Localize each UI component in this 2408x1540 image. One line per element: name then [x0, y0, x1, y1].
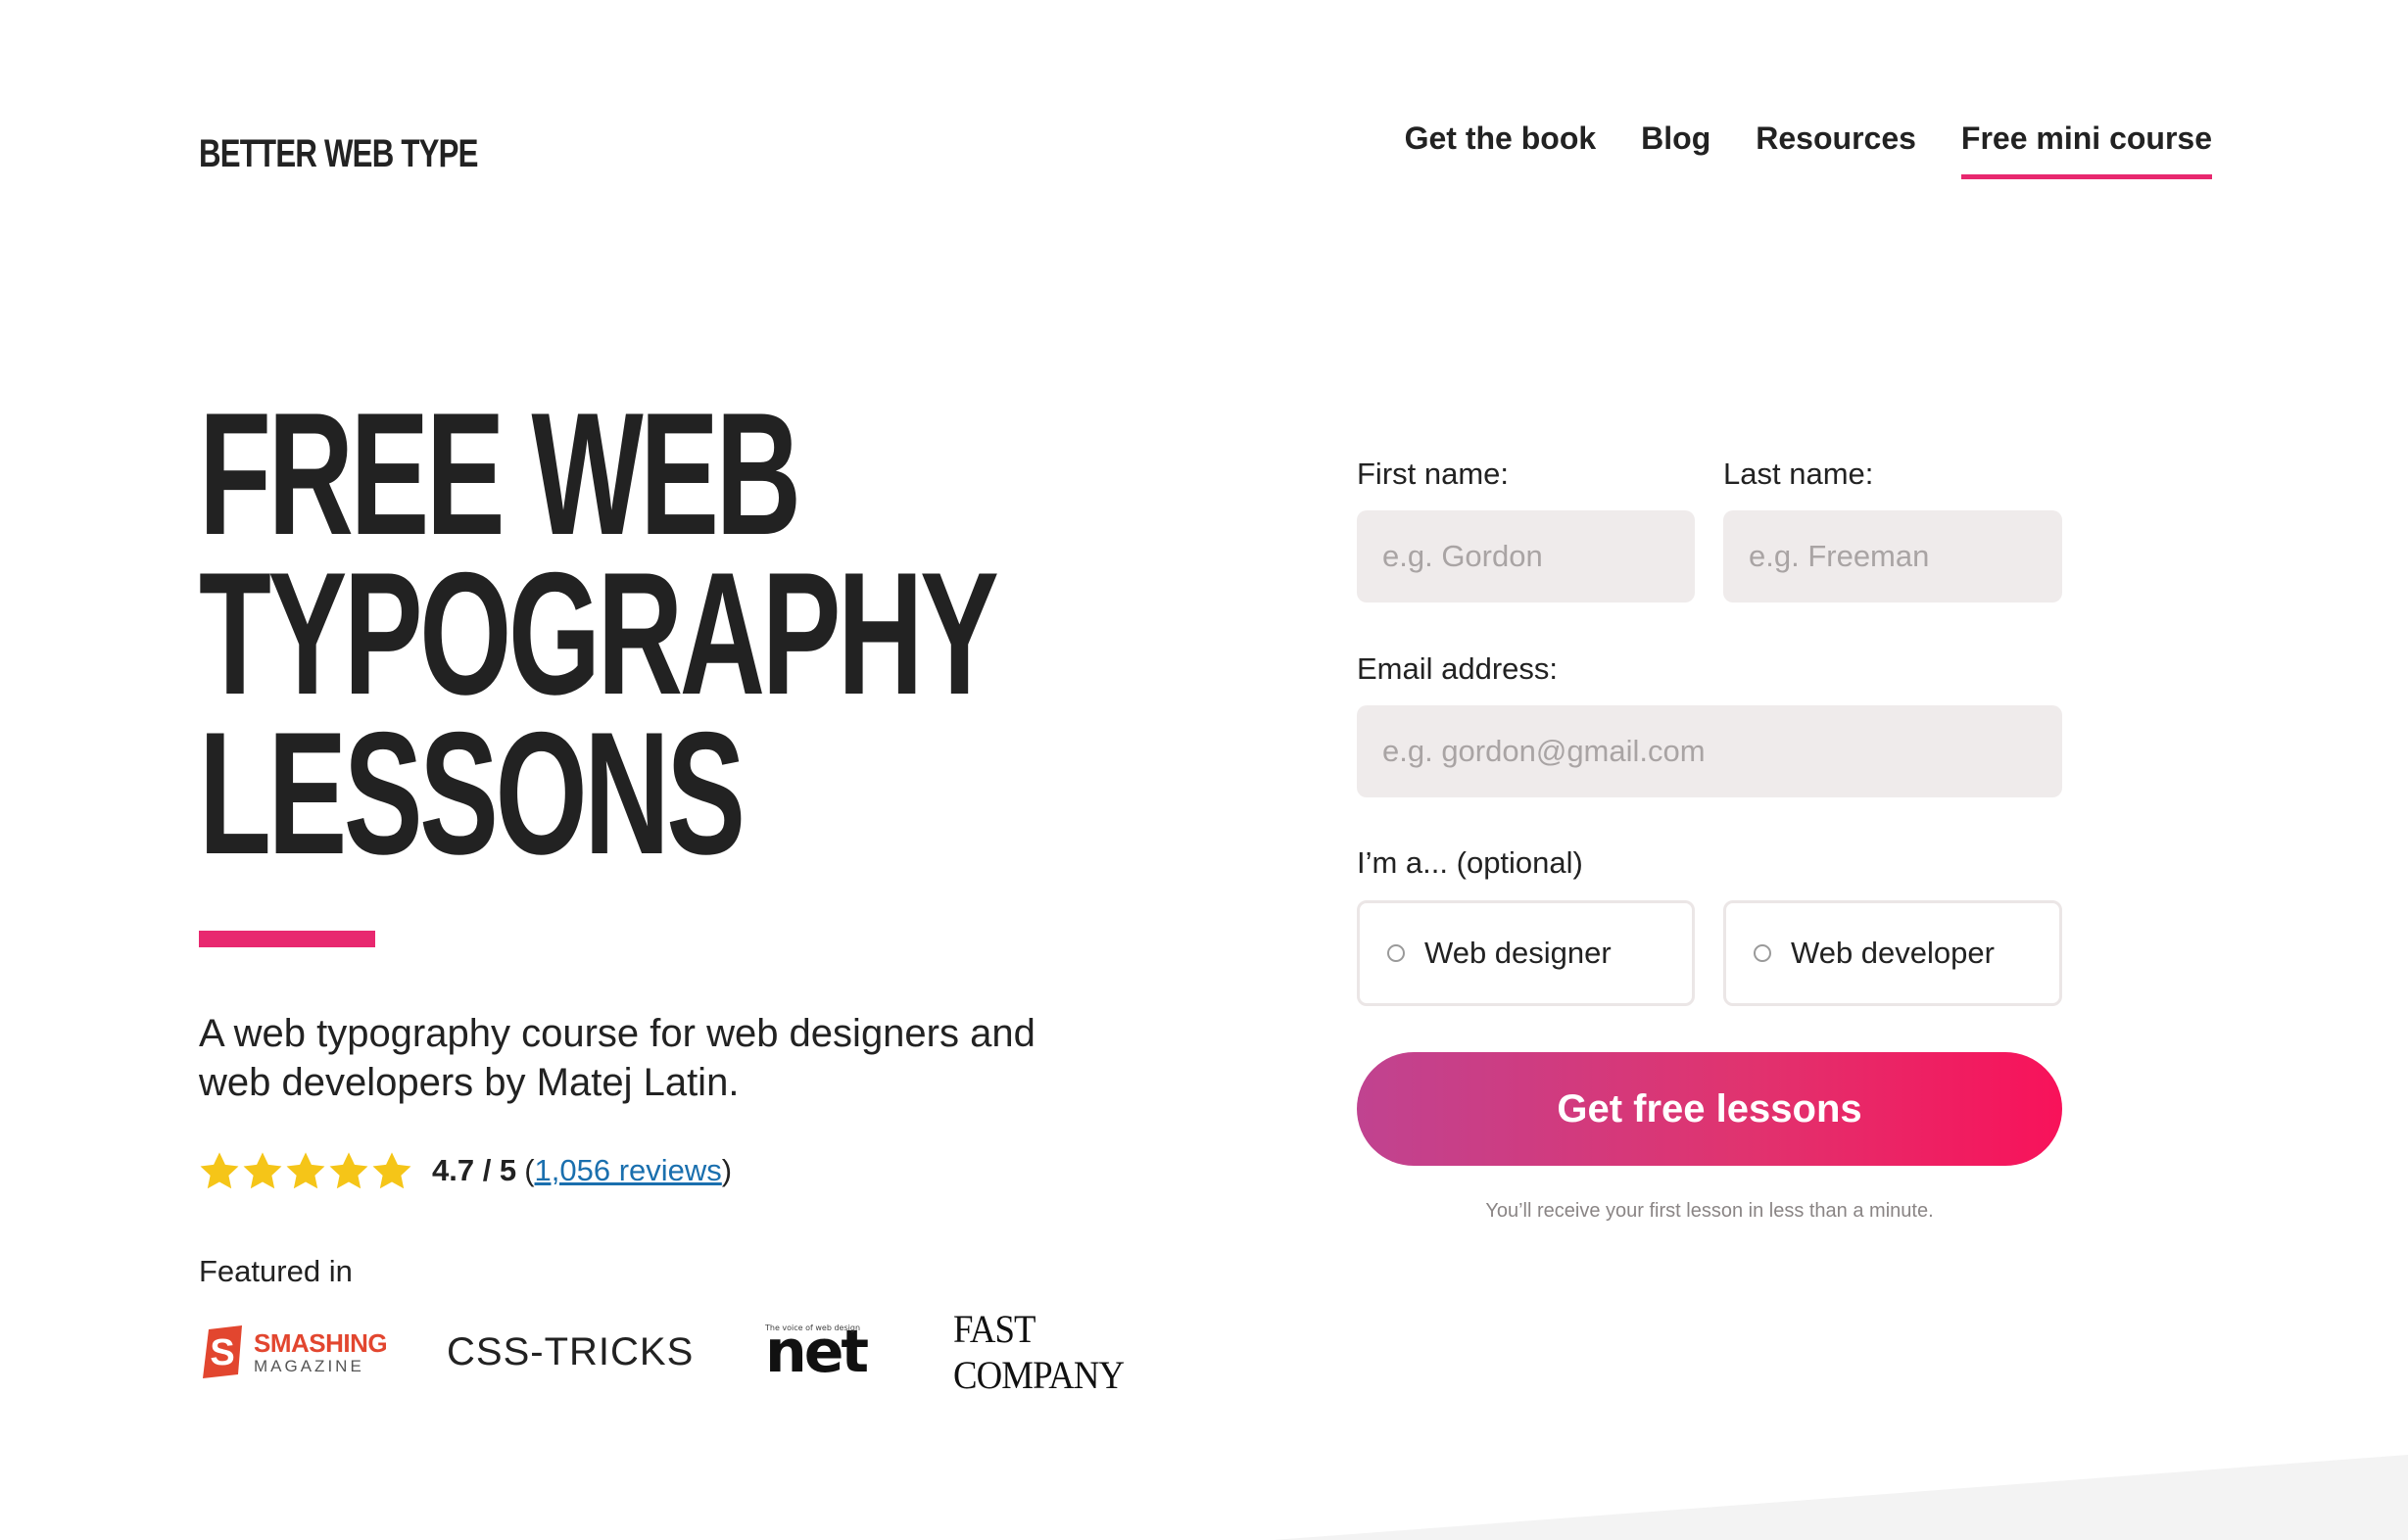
smashing-magazine-logo: S SMASHING MAGAZINE	[199, 1313, 388, 1391]
email-input[interactable]	[1357, 705, 2062, 797]
last-name-label: Last name:	[1723, 457, 1874, 491]
nav-blog[interactable]: Blog	[1641, 116, 1710, 179]
star-icon	[200, 1152, 239, 1189]
featured-logos: S SMASHING MAGAZINE CSS-TRICKS The voice…	[199, 1307, 1198, 1397]
role-option-web-designer[interactable]: Web designer	[1357, 900, 1695, 1006]
hero-title-line: LESSONS	[199, 696, 746, 890]
hero-title: FREE WEB TYPOGRAPHY LESSONS	[199, 376, 999, 890]
fast-company-logo: FAST COMPANY	[953, 1307, 1198, 1397]
rating: 4.7 / 5 ( 1,056 reviews )	[199, 1151, 732, 1190]
rating-open-paren: (	[524, 1153, 535, 1187]
rating-score: 4.7 / 5	[432, 1153, 517, 1187]
hero-title-line: FREE WEB	[199, 376, 801, 571]
role-option-label: Web developer	[1791, 936, 1995, 970]
role-label: I’m a... (optional)	[1357, 845, 1583, 880]
rating-close-paren: )	[721, 1153, 733, 1187]
nav-resources[interactable]: Resources	[1756, 116, 1916, 179]
reviews-link[interactable]: 1,056 reviews	[535, 1153, 722, 1188]
star-rating	[199, 1151, 412, 1190]
css-tricks-wordmark: CSS-TRICKS	[447, 1329, 695, 1373]
role-option-label: Web designer	[1424, 936, 1612, 970]
submit-note: You’ll receive your first lesson in less…	[1485, 1200, 1934, 1222]
net-wordmark: The voice of web design net	[765, 1318, 869, 1386]
css-tricks-logo: CSS-TRICKS	[447, 1313, 694, 1391]
smashing-sub-wordmark: MAGAZINE	[254, 1356, 364, 1375]
accent-divider	[199, 931, 375, 947]
hero-title-line: TYPOGRAPHY	[199, 536, 999, 731]
hero-subtitle: A web typography course for web designer…	[199, 1012, 1035, 1104]
first-name-label: First name:	[1357, 457, 1510, 491]
net-tagline: The voice of web design	[765, 1323, 861, 1332]
site-logo[interactable]: BETTER WEB TYPE	[199, 129, 479, 178]
star-icon	[243, 1152, 282, 1189]
star-icon	[372, 1152, 411, 1189]
role-option-web-developer[interactable]: Web developer	[1723, 900, 2062, 1006]
smashing-s-icon: S	[203, 1325, 242, 1378]
svg-text:S: S	[210, 1332, 234, 1373]
nav-get-the-book[interactable]: Get the book	[1405, 116, 1597, 179]
nav-free-mini-course[interactable]: Free mini course	[1960, 116, 2212, 179]
star-icon	[329, 1152, 368, 1189]
last-name-input[interactable]	[1723, 510, 2062, 602]
radio-button[interactable]	[1754, 944, 1771, 962]
email-label: Email address:	[1357, 651, 1559, 686]
star-icon	[286, 1152, 325, 1189]
fast-company-wordmark: FAST COMPANY	[953, 1307, 1125, 1397]
radio-button[interactable]	[1387, 944, 1405, 962]
first-name-input[interactable]	[1357, 510, 1695, 602]
featured-in-label: Featured in	[199, 1254, 353, 1288]
main-nav: Get the book Blog Resources Free mini co…	[1405, 116, 2212, 179]
net-magazine-logo: The voice of web design net	[765, 1313, 869, 1391]
smashing-wordmark: SMASHING	[254, 1327, 388, 1358]
get-free-lessons-button[interactable]: Get free lessons	[1357, 1052, 2062, 1166]
